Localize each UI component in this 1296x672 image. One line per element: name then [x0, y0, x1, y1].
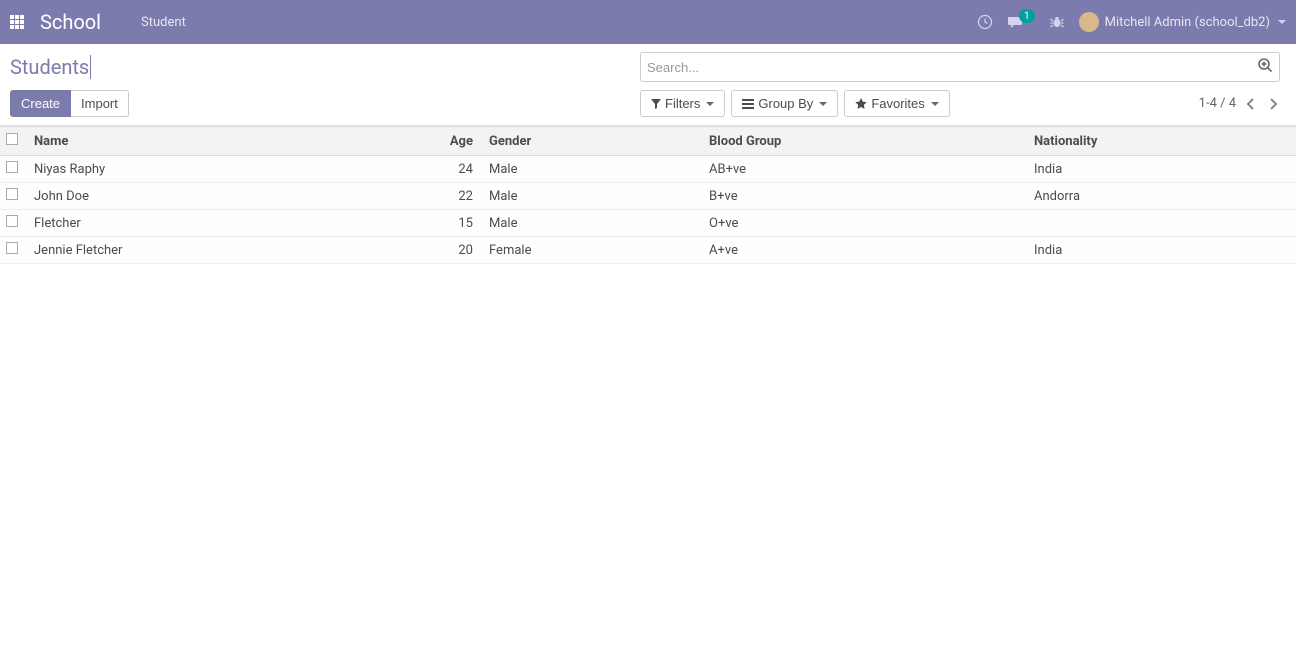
cell-blood: B+ve: [701, 183, 1026, 210]
table-row[interactable]: John Doe22MaleB+veAndorra: [0, 183, 1296, 210]
import-button[interactable]: Import: [71, 90, 129, 117]
navbar-right: 1 Mitchell Admin (school_db2): [977, 12, 1286, 32]
cell-name: Jennie Fletcher: [26, 237, 426, 264]
star-icon: [855, 98, 867, 110]
row-checkbox[interactable]: [6, 188, 18, 200]
cell-age: 24: [426, 156, 481, 183]
students-table: Name Age Gender Blood Group Nationality …: [0, 126, 1296, 264]
breadcrumb: Students: [10, 55, 91, 79]
cell-nat: India: [1026, 237, 1296, 264]
navbar: School Student 1: [0, 0, 1296, 44]
search-container[interactable]: [640, 52, 1280, 82]
col-name[interactable]: Name: [26, 127, 426, 156]
cell-name: Fletcher: [26, 210, 426, 237]
chevron-down-icon: [819, 102, 827, 106]
cell-age: 22: [426, 183, 481, 210]
cell-nat: [1026, 210, 1296, 237]
cell-age: 15: [426, 210, 481, 237]
search-input[interactable]: [647, 53, 1257, 81]
create-import-group: Create Import: [10, 90, 129, 117]
pager-prev[interactable]: [1244, 95, 1258, 113]
table-row[interactable]: Niyas Raphy24MaleAB+veIndia: [0, 156, 1296, 183]
select-all-checkbox[interactable]: [6, 133, 18, 145]
create-button[interactable]: Create: [10, 90, 71, 117]
favorites-button[interactable]: Favorites: [844, 90, 949, 117]
pager-next[interactable]: [1266, 95, 1280, 113]
filter-icon: [651, 99, 661, 109]
control-panel: Students Create Import: [0, 44, 1296, 126]
col-nat[interactable]: Nationality: [1026, 127, 1296, 156]
cell-gender: Female: [481, 237, 701, 264]
row-checkbox[interactable]: [6, 161, 18, 173]
app-title[interactable]: School: [40, 10, 101, 34]
table-row[interactable]: Jennie Fletcher20FemaleA+veIndia: [0, 237, 1296, 264]
navbar-left: School Student: [10, 10, 977, 34]
clock-icon[interactable]: [977, 14, 993, 30]
table-header-row: Name Age Gender Blood Group Nationality: [0, 127, 1296, 156]
bug-icon[interactable]: [1049, 14, 1065, 30]
cell-gender: Male: [481, 210, 701, 237]
favorites-label: Favorites: [871, 96, 924, 111]
apps-icon[interactable]: [10, 15, 24, 29]
messages-icon[interactable]: 1: [1007, 14, 1035, 30]
pager: 1-4 / 4: [1199, 95, 1280, 113]
cell-name: John Doe: [26, 183, 426, 210]
menu-student[interactable]: Student: [141, 15, 186, 30]
cell-nat: India: [1026, 156, 1296, 183]
user-menu[interactable]: Mitchell Admin (school_db2): [1079, 12, 1286, 32]
col-blood[interactable]: Blood Group: [701, 127, 1026, 156]
list-view: Name Age Gender Blood Group Nationality …: [0, 126, 1296, 264]
cp-right-controls: Filters Group By Favorites: [640, 90, 1280, 117]
cell-gender: Male: [481, 183, 701, 210]
pager-text: 1-4 / 4: [1199, 96, 1236, 111]
cell-name: Niyas Raphy: [26, 156, 426, 183]
list-icon: [742, 99, 754, 109]
chevron-right-icon: [1268, 97, 1278, 111]
row-checkbox[interactable]: [6, 242, 18, 254]
cell-blood: A+ve: [701, 237, 1026, 264]
filters-button[interactable]: Filters: [640, 90, 725, 117]
messages-count: 1: [1019, 9, 1035, 23]
cell-gender: Male: [481, 156, 701, 183]
groupby-label: Group By: [758, 96, 813, 111]
col-age[interactable]: Age: [426, 127, 481, 156]
search-expand-icon[interactable]: [1257, 57, 1273, 77]
cell-age: 20: [426, 237, 481, 264]
groupby-button[interactable]: Group By: [731, 90, 838, 117]
table-row[interactable]: Fletcher15MaleO+ve: [0, 210, 1296, 237]
chevron-down-icon: [931, 102, 939, 106]
avatar: [1079, 12, 1099, 32]
filters-label: Filters: [665, 96, 700, 111]
cell-blood: AB+ve: [701, 156, 1026, 183]
cell-nat: Andorra: [1026, 183, 1296, 210]
cp-row-top: Students: [10, 52, 1280, 82]
row-checkbox[interactable]: [6, 215, 18, 227]
chevron-down-icon: [706, 102, 714, 106]
col-check: [0, 127, 26, 156]
col-gender[interactable]: Gender: [481, 127, 701, 156]
cell-blood: O+ve: [701, 210, 1026, 237]
chevron-left-icon: [1246, 97, 1256, 111]
user-label: Mitchell Admin (school_db2): [1105, 15, 1270, 30]
cp-row-bottom: Create Import Filters Group By: [10, 90, 1280, 117]
chevron-down-icon: [1278, 20, 1286, 24]
